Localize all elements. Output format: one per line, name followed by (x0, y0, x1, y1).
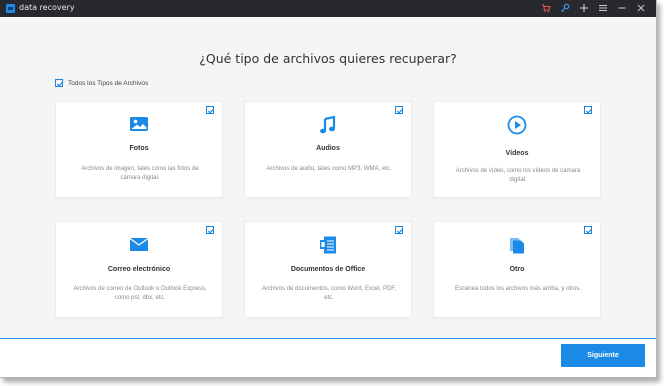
card-description: Archivos de vídeo, como los vídeos de cá… (455, 168, 581, 183)
cart-icon[interactable] (540, 2, 552, 14)
card-checkbox[interactable] (395, 226, 404, 234)
close-icon[interactable] (635, 2, 647, 14)
title-bar: data recovery (0, 0, 656, 17)
card-checkbox[interactable] (584, 106, 593, 114)
card-description: Escanea todos los archivos más arriba, y… (454, 286, 582, 292)
all-types-label: Todos los Tipos de Archivos (68, 79, 149, 87)
card-other[interactable]: Otro Escanea todos los archivos más arri… (433, 221, 601, 318)
card-email[interactable]: Correo electrónico Archivos de correo de… (55, 221, 223, 318)
card-description: Archivos de audio, tales como MP3, WMA, … (266, 166, 392, 172)
card-title: Vídeos (505, 150, 529, 157)
card-checkbox[interactable] (584, 226, 593, 234)
files-icon (507, 235, 527, 260)
music-note-icon (318, 115, 338, 140)
card-description: Archivos de documentos, como Word, Excel… (262, 286, 396, 301)
card-checkbox[interactable] (395, 106, 404, 114)
card-checkbox[interactable] (206, 106, 215, 114)
app-logo-icon (6, 4, 15, 13)
key-icon[interactable] (559, 2, 571, 14)
play-icon (507, 115, 527, 140)
card-videos[interactable]: Vídeos Archivos de vídeo, como los vídeo… (433, 101, 601, 198)
plus-icon[interactable] (578, 2, 590, 14)
card-description: Archivos de correo de Outlook o Outlook … (73, 286, 207, 301)
card-description: Archivos de imagen, tales como las fotos… (81, 166, 199, 181)
photo-icon (129, 116, 149, 137)
all-types-checkbox-row[interactable]: Todos los Tipos de Archivos (55, 77, 148, 89)
card-audio[interactable]: Audios Archivos de audio, tales como MP3… (244, 101, 412, 198)
next-button[interactable]: Siguiente (561, 344, 645, 367)
document-icon (318, 235, 338, 260)
app-title: data recovery (19, 3, 75, 12)
card-office-documents[interactable]: Documentos de Office Archivos de documen… (244, 221, 412, 318)
card-title: Fotos (129, 145, 149, 152)
email-icon (129, 237, 149, 257)
minimize-icon[interactable] (616, 2, 628, 14)
card-title: Otro (509, 266, 525, 273)
all-types-checkbox[interactable] (55, 79, 64, 87)
card-photos[interactable]: Fotos Archivos de imagen, tales como las… (55, 101, 223, 198)
footer-bar (0, 338, 656, 377)
card-title: Documentos de Office (290, 266, 366, 273)
card-checkbox[interactable] (206, 226, 215, 234)
card-title: Correo electrónico (107, 266, 171, 273)
card-title: Audios (316, 145, 340, 152)
menu-icon[interactable] (597, 2, 609, 14)
page-title: ¿Qué tipo de archivos quieres recuperar? (199, 51, 457, 66)
app-window: data recovery ¿Qué tipo de archivos quie… (0, 0, 657, 378)
